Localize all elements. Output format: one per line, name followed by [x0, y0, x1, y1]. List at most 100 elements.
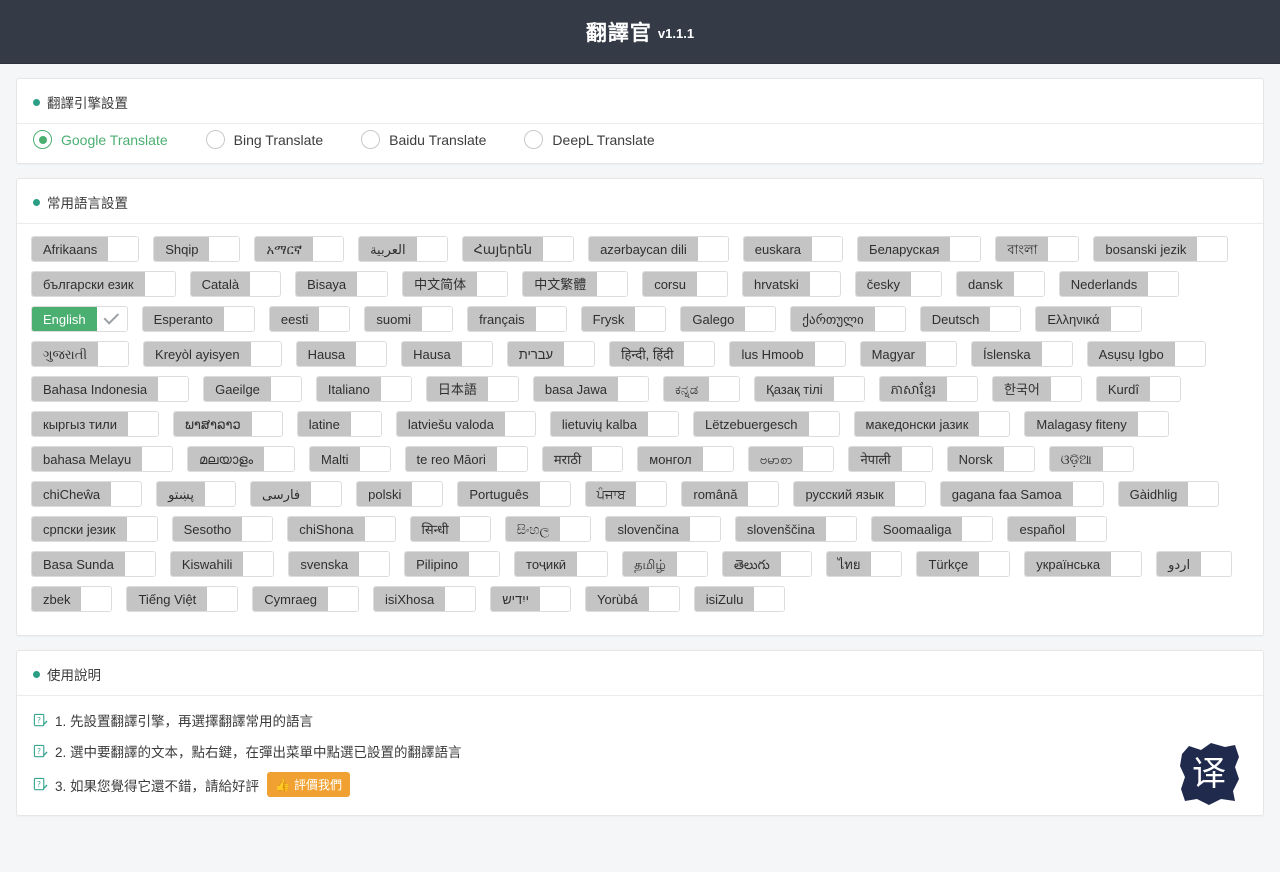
language-chip[interactable]: Беларуская	[857, 236, 982, 262]
language-chip[interactable]: slovenčina	[605, 516, 721, 542]
language-chip-checkbox[interactable]	[874, 307, 905, 331]
language-chip-checkbox[interactable]	[647, 412, 678, 436]
language-chip[interactable]: српски језик	[31, 516, 158, 542]
language-chip[interactable]: فارسی	[249, 481, 343, 507]
language-chip-checkbox[interactable]	[380, 377, 411, 401]
engine-option-google[interactable]: Google Translate	[33, 130, 168, 149]
language-chip-checkbox[interactable]	[1111, 552, 1142, 576]
language-chip-checkbox[interactable]	[990, 307, 1021, 331]
language-chip-checkbox[interactable]	[618, 377, 648, 401]
language-chip[interactable]: Kiswahili	[169, 551, 275, 577]
language-chip[interactable]: हिन्दी, हिंदी	[609, 341, 716, 367]
engine-option-bing[interactable]: Bing Translate	[205, 130, 323, 149]
language-chip[interactable]: मराठी	[541, 446, 624, 472]
language-chip[interactable]: Cymraeg	[252, 586, 360, 612]
language-chip-checkbox[interactable]	[364, 517, 395, 541]
language-chip-checkbox[interactable]	[1041, 342, 1072, 366]
language-chip-checkbox[interactable]	[204, 482, 235, 506]
language-chip[interactable]: тоҷикӣ	[514, 551, 609, 577]
language-chip[interactable]: українська	[1024, 551, 1143, 577]
language-chip-checkbox[interactable]	[911, 272, 942, 296]
language-chip-checkbox[interactable]	[496, 447, 527, 471]
language-chip[interactable]: lietuvių kalba	[549, 411, 679, 437]
language-chip[interactable]: gagana faa Samoa	[939, 481, 1104, 507]
language-chip-checkbox[interactable]	[127, 412, 158, 436]
language-chip-checkbox[interactable]	[264, 447, 295, 471]
language-chip[interactable]: zbek	[31, 586, 113, 612]
language-chip-checkbox[interactable]	[469, 552, 500, 576]
language-chip-checkbox[interactable]	[979, 552, 1010, 576]
language-chip[interactable]: తెలుగు	[721, 551, 812, 577]
language-chip[interactable]: Ελληνικά	[1035, 306, 1142, 332]
language-chip-checkbox[interactable]	[416, 237, 447, 261]
language-chip-checkbox[interactable]	[1188, 482, 1219, 506]
language-chip[interactable]: русский язык	[793, 481, 926, 507]
language-chip-checkbox[interactable]	[124, 552, 155, 576]
language-chip-checkbox[interactable]	[504, 412, 535, 436]
language-chip-checkbox[interactable]	[111, 482, 142, 506]
language-chip[interactable]: chiCheŵa	[31, 481, 143, 507]
language-chip[interactable]: lus Hmoob	[729, 341, 846, 367]
language-chip[interactable]: corsu	[642, 271, 728, 297]
language-chip[interactable]: azərbaycan dili	[588, 236, 729, 262]
language-chip[interactable]: Հայերեն	[461, 236, 575, 262]
language-chip-checkbox[interactable]	[350, 412, 381, 436]
language-chip-checkbox[interactable]	[833, 377, 864, 401]
language-chip[interactable]: Gaeilge	[203, 376, 302, 402]
language-chip[interactable]: latviešu valoda	[395, 411, 536, 437]
language-chip[interactable]: 한국어	[991, 376, 1082, 402]
language-chip-checkbox[interactable]	[250, 272, 281, 296]
language-chip-checkbox[interactable]	[158, 377, 189, 401]
language-chip-checkbox[interactable]	[745, 307, 776, 331]
language-chip-checkbox[interactable]	[803, 447, 834, 471]
language-chip[interactable]: isiXhosa	[373, 586, 477, 612]
language-chip[interactable]: svenska	[288, 551, 391, 577]
language-chip[interactable]: bosanski jezik	[1093, 236, 1229, 262]
language-chip[interactable]: Asụsụ Igbo	[1086, 341, 1206, 367]
language-chip[interactable]: Italiano	[315, 376, 412, 402]
language-chip[interactable]: বাংলা	[995, 236, 1080, 262]
language-chip[interactable]: 日本語	[425, 376, 519, 402]
language-chip-checkbox[interactable]	[1197, 237, 1228, 261]
language-chip[interactable]: polski	[356, 481, 444, 507]
radio-icon[interactable]	[524, 130, 544, 149]
language-chip[interactable]: кыргыз тили	[31, 411, 159, 437]
language-chip[interactable]: Қазақ тілі	[754, 376, 865, 402]
language-chip[interactable]: ಕನ್ನಡ	[663, 376, 741, 402]
language-chip[interactable]: ქართული	[790, 306, 906, 332]
language-chip-checkbox[interactable]	[1174, 342, 1205, 366]
language-chip-checkbox[interactable]	[962, 517, 993, 541]
language-chip[interactable]: پښتو	[156, 481, 236, 507]
language-chip-checkbox[interactable]	[1102, 447, 1133, 471]
language-chip[interactable]: Soomaaliga	[870, 516, 994, 542]
language-chip[interactable]: монгол	[637, 446, 734, 472]
language-chip[interactable]: 中文繁體	[522, 271, 629, 297]
language-chip[interactable]: सिन्धी	[409, 516, 491, 542]
language-chip-checkbox[interactable]	[251, 412, 282, 436]
language-chip[interactable]: Magyar	[859, 341, 957, 367]
language-chip-checkbox[interactable]	[1072, 482, 1103, 506]
language-chip-checkbox[interactable]	[709, 377, 740, 401]
language-chip[interactable]: te reo Māori	[404, 446, 528, 472]
language-chip[interactable]: සිංහල	[504, 516, 592, 542]
language-chip-checkbox[interactable]	[356, 342, 387, 366]
language-chip[interactable]: ພາສາລາວ	[172, 411, 283, 437]
language-chip[interactable]: română	[681, 481, 780, 507]
language-chip-checkbox[interactable]	[592, 447, 623, 471]
language-chip-checkbox[interactable]	[359, 552, 390, 576]
language-chip-checkbox[interactable]	[126, 517, 157, 541]
language-chip[interactable]: bahasa Melayu	[31, 446, 174, 472]
language-chip-checkbox[interactable]	[487, 377, 518, 401]
language-chip[interactable]: Malti	[309, 446, 391, 472]
language-chip[interactable]: नेपाली	[848, 446, 933, 472]
language-chip-checkbox[interactable]	[901, 447, 932, 471]
language-chip-checkbox[interactable]	[1137, 412, 1168, 436]
language-chip-checkbox[interactable]	[597, 272, 628, 296]
radio-icon[interactable]	[33, 130, 52, 149]
language-chip-checkbox[interactable]	[1048, 237, 1079, 261]
language-chip[interactable]: Bahasa Indonesia	[31, 376, 190, 402]
language-chip[interactable]: Bisaya	[295, 271, 389, 297]
engine-option-deepl[interactable]: DeepL Translate	[524, 130, 655, 149]
language-chip[interactable]: Nederlands	[1058, 271, 1180, 297]
language-chip[interactable]: ଓଡ଼ିଆ	[1048, 446, 1134, 472]
